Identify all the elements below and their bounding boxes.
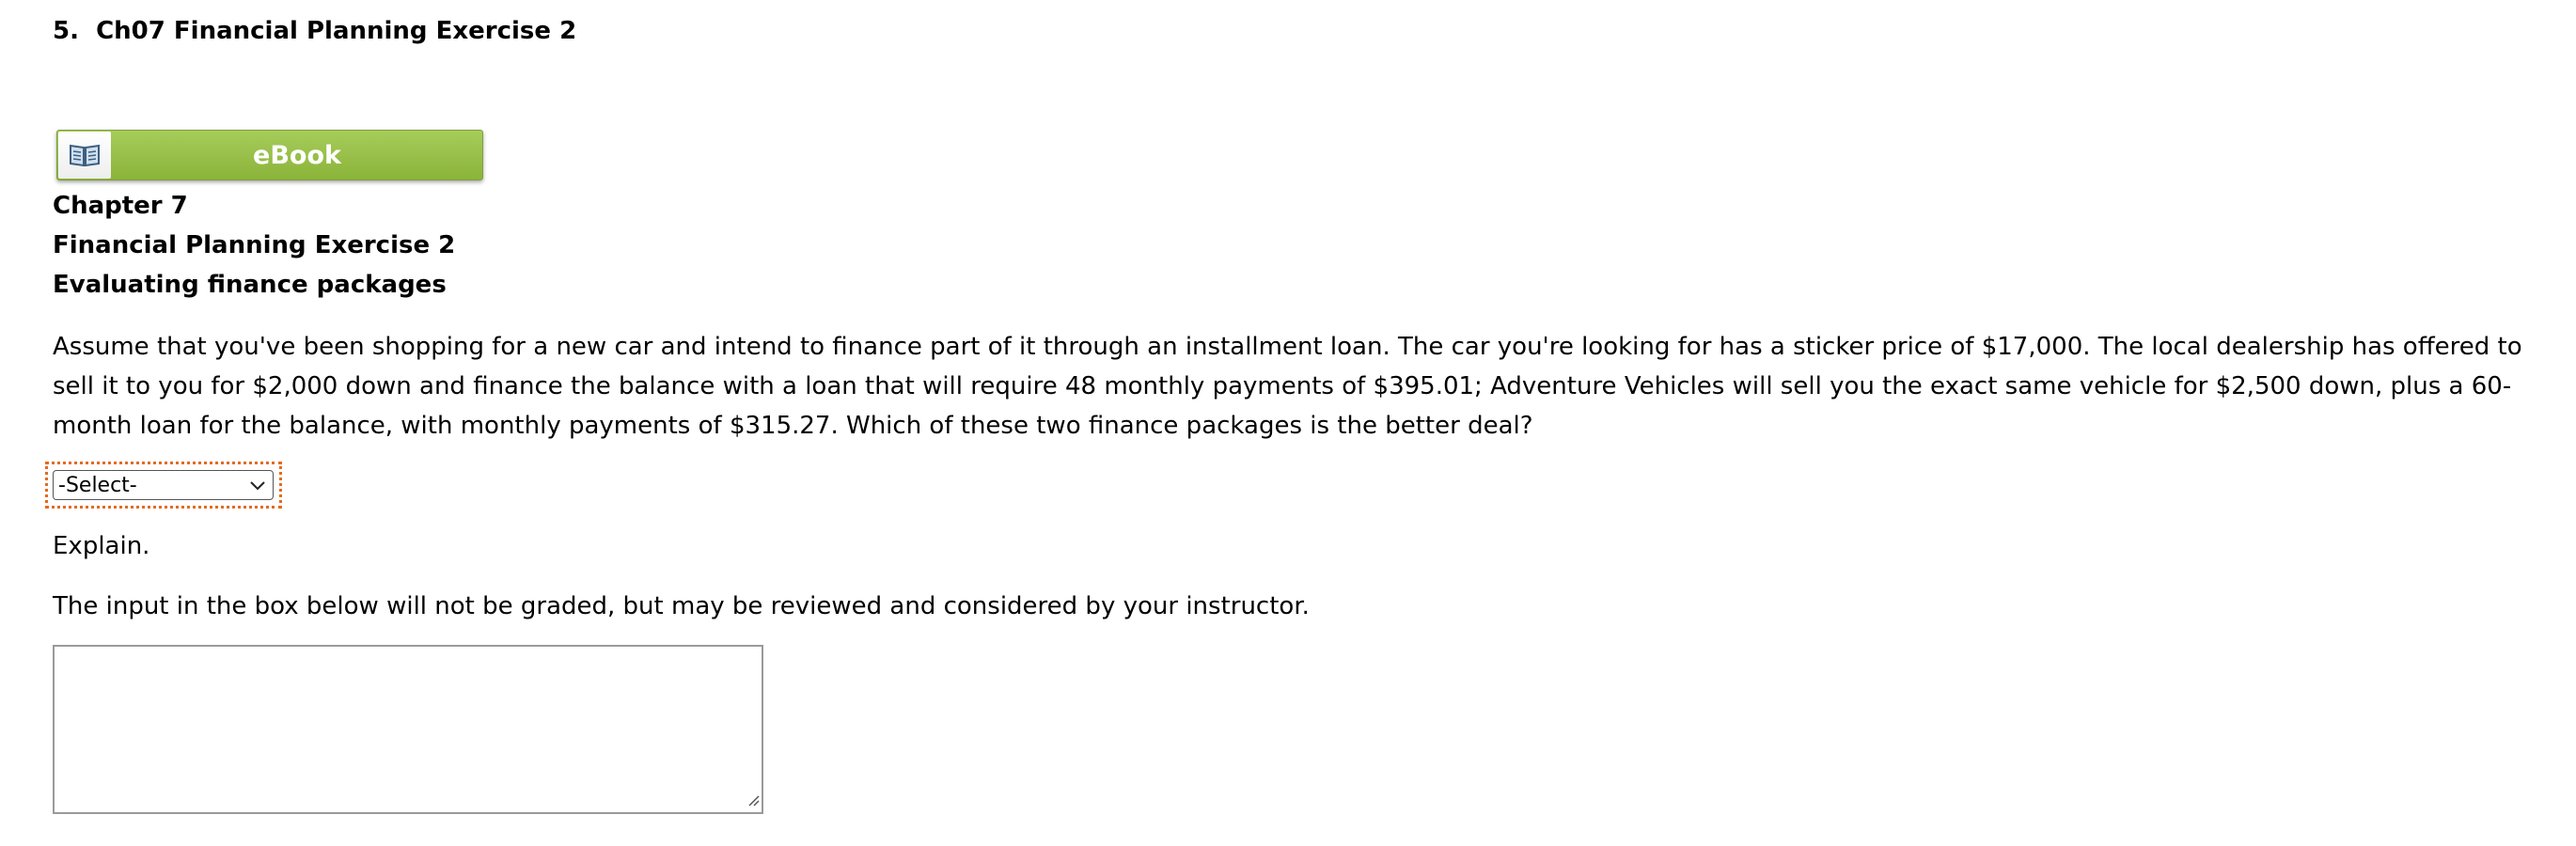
explanation-textarea[interactable] — [53, 645, 763, 814]
ebook-button[interactable]: eBook — [56, 130, 483, 180]
question-number: 5. — [53, 17, 79, 45]
ebook-label: eBook — [253, 140, 341, 170]
question-title-text: Ch07 Financial Planning Exercise 2 — [96, 17, 577, 45]
explain-label: Explain. — [53, 532, 150, 560]
topic-heading: Evaluating finance packages — [53, 271, 447, 299]
answer-select-value: -Select- — [58, 473, 137, 497]
explain-note: The input in the box below will not be g… — [53, 592, 1310, 620]
problem-text: Assume that you've been shopping for a n… — [53, 333, 2522, 440]
exercise-heading: Financial Planning Exercise 2 — [53, 231, 456, 259]
answer-select[interactable]: -Select- — [53, 470, 274, 500]
resize-grip-icon[interactable] — [746, 792, 760, 810]
chapter-heading: Chapter 7 — [53, 192, 188, 220]
question-title: 5. Ch07 Financial Planning Exercise 2 — [53, 17, 576, 45]
book-icon — [58, 132, 111, 179]
chevron-down-icon — [248, 477, 267, 500]
